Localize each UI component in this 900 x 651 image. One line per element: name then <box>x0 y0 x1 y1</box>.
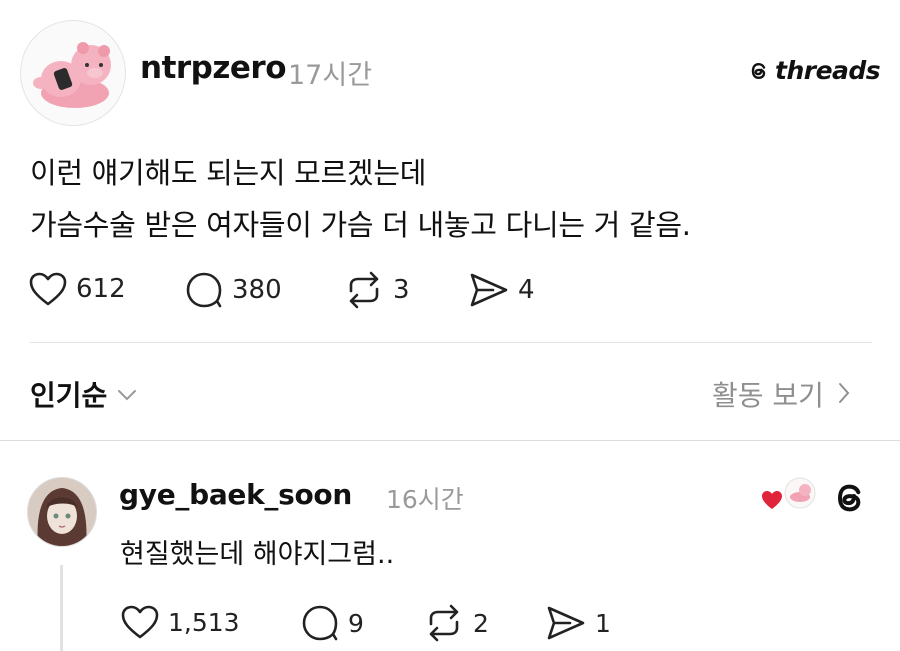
anime-girl-avatar-icon <box>28 478 96 546</box>
sort-dropdown[interactable]: 인기순 <box>30 374 137 414</box>
send-icon <box>547 606 585 640</box>
pink-bear-avatar-icon <box>33 42 111 108</box>
post-text-line: 가슴수술 받은 여자들이 가슴 더 내놓고 다니는 거 같음. <box>30 208 691 242</box>
divider <box>30 342 872 343</box>
view-activity-link[interactable]: 활동 보기 <box>712 374 850 414</box>
reply-repost-button[interactable]: 2 <box>423 604 489 642</box>
reply-like-button[interactable]: 1,513 <box>120 604 240 640</box>
post-text-line: 이런 얘기해도 되는지 모르겠는데 <box>30 156 427 190</box>
post-timestamp: 17시간 <box>288 60 373 91</box>
repost-button[interactable]: 3 <box>343 271 410 309</box>
reply-comment-count: 9 <box>348 608 364 638</box>
thread-connector-line <box>60 565 63 651</box>
repost-count: 3 <box>393 275 410 305</box>
heart-icon <box>121 605 159 639</box>
reply-timestamp: 16시간 <box>386 485 464 514</box>
threads-wordmark: threads <box>775 56 881 85</box>
reply-share-button[interactable]: 1 <box>545 604 611 642</box>
comment-bubble-icon <box>302 605 338 641</box>
like-count: 612 <box>76 274 126 304</box>
author-username[interactable]: ntrpzero <box>140 50 287 86</box>
threads-brand: threads <box>747 56 881 85</box>
view-activity-label: 활동 보기 <box>712 379 824 412</box>
reply-author-avatar[interactable] <box>27 477 97 547</box>
chevron-right-icon <box>838 378 850 411</box>
repost-icon <box>349 271 379 309</box>
reply-share-count: 1 <box>595 608 611 638</box>
reply-like-count: 1,513 <box>168 607 240 637</box>
comment-bubble-icon <box>186 272 222 308</box>
comment-button[interactable]: 380 <box>184 271 282 309</box>
heart-icon <box>29 272 67 306</box>
repost-icon <box>429 604 459 642</box>
share-button[interactable]: 4 <box>468 271 535 309</box>
share-count: 4 <box>518 275 535 305</box>
threads-link-icon[interactable] <box>830 478 870 522</box>
reply-username[interactable]: gye_baek_soon <box>119 478 352 511</box>
sort-label: 인기순 <box>30 379 108 412</box>
red-heart-icon <box>762 491 782 509</box>
reply-comment-button[interactable]: 9 <box>300 604 364 642</box>
section-divider <box>0 440 900 441</box>
comment-count: 380 <box>232 275 282 305</box>
chevron-down-icon <box>117 382 137 407</box>
author-avatar[interactable] <box>20 20 126 126</box>
threads-logo-icon <box>751 62 766 79</box>
author-liked-indicator <box>760 475 820 515</box>
reply-text: 현질했는데 해야지그럼.. <box>120 539 395 570</box>
send-icon <box>470 273 508 307</box>
reply-repost-count: 2 <box>473 608 489 638</box>
like-button[interactable]: 612 <box>28 271 126 307</box>
